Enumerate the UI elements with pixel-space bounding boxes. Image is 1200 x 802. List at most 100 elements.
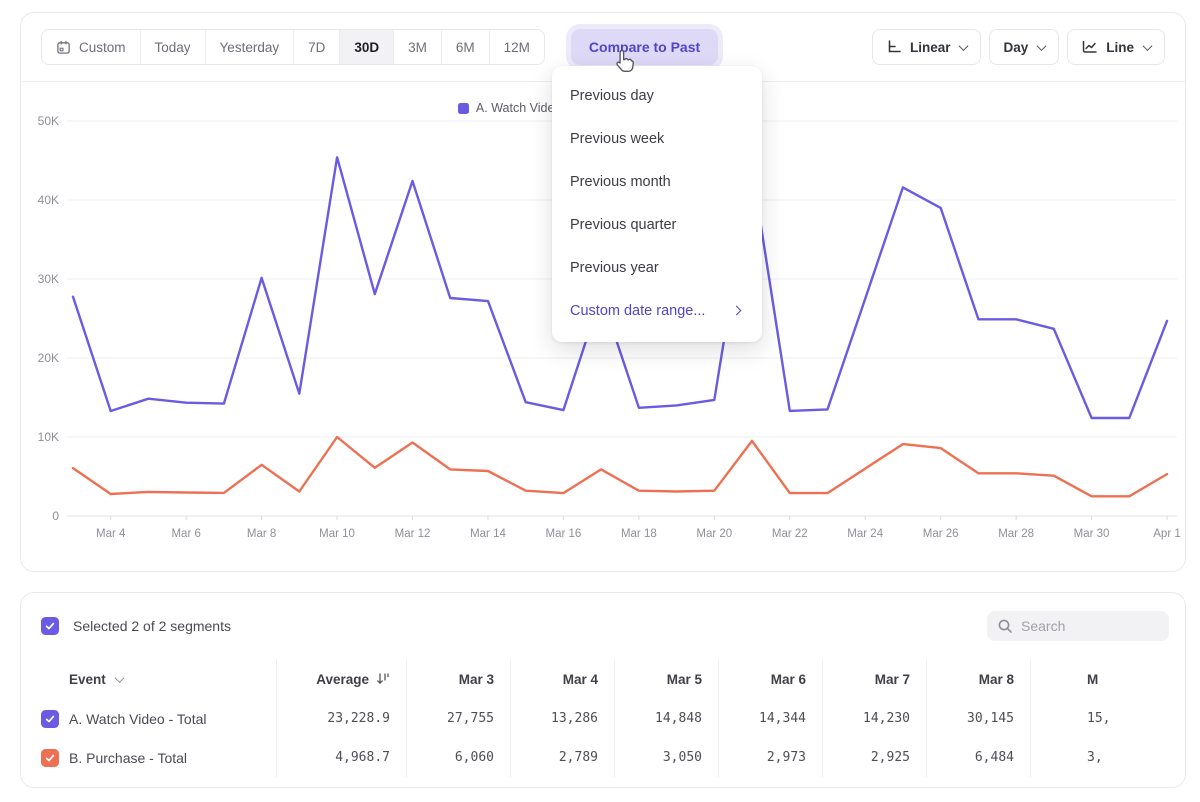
date-value-mar-6: 14,344 [718, 699, 822, 738]
table-row-event-b-purchase-total: B. Purchase - Total [21, 738, 276, 777]
average-column-header[interactable]: Average [276, 659, 406, 699]
scale-dropdown-button[interactable]: Linear [872, 29, 982, 65]
range-label: 6M [456, 40, 475, 55]
date-value-mar-5: 14,848 [614, 699, 718, 738]
menu-item-previous-month[interactable]: Previous month [552, 160, 762, 203]
menu-item-previous-quarter[interactable]: Previous quarter [552, 203, 762, 246]
select-all-checkbox[interactable] [41, 617, 59, 635]
range-button-custom[interactable]: Custom [42, 30, 140, 64]
date-column-header-mar-5[interactable]: Mar 5 [614, 659, 718, 699]
x-axis-tick-label: Mar 4 [96, 528, 126, 540]
x-axis-tick-label: Mar 18 [621, 528, 657, 540]
x-axis-tick-label: Mar 10 [319, 528, 355, 540]
y-axis-tick-label: 40K [38, 193, 59, 207]
range-button-yesterday[interactable]: Yesterday [205, 30, 294, 64]
average-header-label: Average [316, 672, 369, 687]
interval-dropdown-button[interactable]: Day [989, 29, 1059, 65]
date-column-header-mar-3[interactable]: Mar 3 [406, 659, 510, 699]
x-axis-tick-label: Mar 26 [923, 528, 959, 540]
menu-item-previous-year[interactable]: Previous year [552, 246, 762, 289]
sort-descending-icon[interactable] [376, 672, 390, 686]
analytics-report-page: Custom Today Yesterday 7D 30D 3M 6M 12M Compare… [0, 0, 1200, 802]
range-button-12m[interactable]: 12M [489, 30, 544, 64]
menu-item-previous-week[interactable]: Previous week [552, 117, 762, 160]
y-axis-tick-label: 0 [52, 509, 59, 523]
average-value: 4,968.7 [276, 738, 406, 777]
y-axis-tick-label: 20K [38, 351, 59, 365]
x-axis-tick-label: Mar 16 [546, 528, 582, 540]
linear-axis-icon [886, 39, 902, 55]
x-axis-tick-label: Mar 6 [171, 528, 200, 540]
date-value-mar-8: 6,484 [926, 738, 1030, 777]
legend-swatch [458, 103, 469, 114]
average-value: 23,228.9 [276, 699, 406, 738]
range-label: Yesterday [220, 40, 280, 55]
chart-type-label: Line [1106, 40, 1134, 55]
range-button-today[interactable]: Today [140, 30, 205, 64]
chevron-down-icon [959, 41, 969, 51]
compare-to-past-button[interactable]: Compare to Past [571, 29, 718, 65]
check-icon [44, 620, 56, 632]
date-value-mar-3: 6,060 [406, 738, 510, 777]
x-axis-tick-label: Mar 14 [470, 528, 506, 540]
table-row-event-a-watch-video-total: A. Watch Video - Total [21, 699, 276, 738]
range-button-3m[interactable]: 3M [393, 30, 441, 64]
x-axis-tick-label: Apr 1 [1153, 528, 1181, 540]
x-axis-tick-label: Mar 8 [247, 528, 276, 540]
date-column-header-mar-7[interactable]: Mar 7 [822, 659, 926, 699]
date-value-mar-3: 27,755 [406, 699, 510, 738]
x-axis-tick-label: Mar 20 [696, 528, 732, 540]
check-icon [44, 752, 56, 764]
date-range-segmented-control: Custom Today Yesterday 7D 30D 3M 6M 12M [41, 29, 545, 65]
x-axis-tick-label: Mar 30 [1074, 528, 1110, 540]
y-axis-tick-label: 10K [38, 430, 59, 444]
date-value-clipped: 15, [1030, 699, 1185, 738]
custom-date-range-label: Custom date range... [570, 303, 705, 319]
range-label: Today [155, 40, 191, 55]
search-icon [997, 618, 1013, 634]
chart-type-dropdown-button[interactable]: Line [1067, 29, 1165, 65]
x-axis-tick-label: Mar 12 [395, 528, 431, 540]
event-header-label: Event [69, 672, 106, 687]
range-label: 30D [354, 40, 379, 55]
x-axis-tick-label: Mar 22 [772, 528, 808, 540]
range-label: Custom [79, 40, 126, 55]
calendar-icon [56, 40, 71, 55]
menu-item-previous-day[interactable]: Previous day [552, 74, 762, 117]
search-input[interactable] [1021, 618, 1159, 634]
range-label: 7D [308, 40, 325, 55]
range-label: 3M [408, 40, 427, 55]
date-value-mar-8: 30,145 [926, 699, 1030, 738]
date-value-clipped: 3, [1030, 738, 1185, 777]
date-value-mar-6: 2,973 [718, 738, 822, 777]
date-value-mar-7: 2,925 [822, 738, 926, 777]
date-column-header-mar-6[interactable]: Mar 6 [718, 659, 822, 699]
segment-checkbox[interactable] [41, 710, 59, 728]
y-axis-tick-label: 50K [38, 114, 59, 128]
line-chart-icon [1081, 39, 1098, 55]
check-icon [44, 713, 56, 725]
date-column-header-mar-4[interactable]: Mar 4 [510, 659, 614, 699]
segment-checkbox[interactable] [41, 749, 59, 767]
menu-item-custom-date-range[interactable]: Custom date range... [552, 289, 762, 332]
event-column-header[interactable]: Event [21, 659, 276, 699]
compare-dropdown-menu: Previous dayPrevious weekPrevious monthP… [552, 66, 762, 342]
date-value-mar-5: 3,050 [614, 738, 718, 777]
segments-table: Event Average Mar 3Mar 4Mar 5Mar 6Mar 7Mar… [21, 659, 1185, 777]
date-value-mar-4: 2,789 [510, 738, 614, 777]
chevron-down-icon [1143, 41, 1153, 51]
chart-options: Linear Day Line [872, 29, 1165, 65]
date-value-mar-4: 13,286 [510, 699, 614, 738]
series-line-b-purchase-total [73, 437, 1167, 496]
search-box[interactable] [987, 611, 1169, 641]
pointer-hand-cursor [613, 48, 636, 75]
y-axis-tick-label: 30K [38, 272, 59, 286]
range-button-7d[interactable]: 7D [293, 30, 339, 64]
interval-label: Day [1003, 40, 1028, 55]
range-button-6m[interactable]: 6M [441, 30, 489, 64]
date-column-header-mar-8[interactable]: Mar 8 [926, 659, 1030, 699]
chevron-right-icon [732, 306, 742, 316]
date-value-mar-7: 14,230 [822, 699, 926, 738]
range-button-30d[interactable]: 30D [339, 30, 393, 64]
date-column-header-clipped[interactable]: M [1030, 659, 1185, 699]
